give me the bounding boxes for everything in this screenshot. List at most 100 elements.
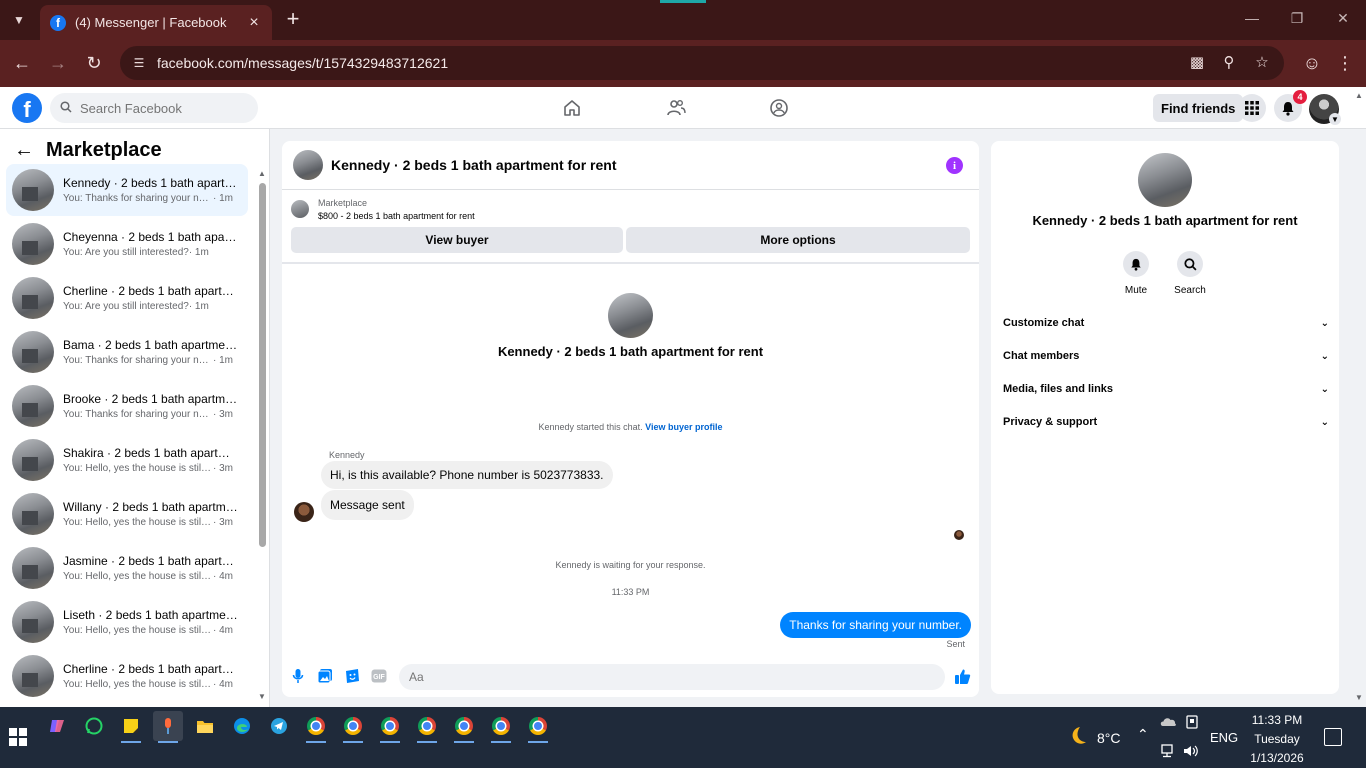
- address-bar[interactable]: ☰ facebook.com/messages/t/15743294837126…: [120, 46, 1284, 80]
- facebook-favicon-icon: f: [50, 14, 66, 31]
- sticker-icon[interactable]: [343, 667, 361, 685]
- search-label: Search: [1174, 285, 1206, 296]
- outgoing-message[interactable]: Thanks for sharing your number.: [780, 612, 971, 638]
- tab-search-icon[interactable]: ▼: [8, 9, 30, 31]
- page-scroll-up-icon[interactable]: ▲: [1355, 91, 1363, 100]
- facebook-search-box[interactable]: [50, 93, 258, 123]
- conversation-item[interactable]: Cherline · 2 beds 1 bath apartm... You: H…: [6, 650, 248, 702]
- whatsapp-icon[interactable]: [79, 711, 109, 741]
- listing-thumbnail[interactable]: [291, 200, 309, 218]
- conversation-item[interactable]: Shakira · 2 beds 1 bath apartme... You: H…: [6, 434, 248, 486]
- conversation-item[interactable]: Jasmine · 2 beds 1 bath apartm... You: He…: [6, 542, 248, 594]
- view-buyer-button[interactable]: View buyer: [291, 227, 623, 253]
- chat-title[interactable]: Kennedy · 2 beds 1 bath apartment for re…: [331, 157, 617, 173]
- start-button[interactable]: [9, 728, 27, 746]
- edge-icon[interactable]: [227, 711, 257, 741]
- zoom-icon[interactable]: ⚲: [1220, 54, 1238, 72]
- chrome-icon[interactable]: [338, 711, 368, 743]
- chat-members-section[interactable]: Chat members ⌄: [1003, 346, 1329, 366]
- facebook-logo-icon[interactable]: f: [12, 93, 42, 123]
- conversation-item[interactable]: Cheyenna · 2 beds 1 bath apart... You: Ar…: [6, 218, 248, 270]
- profile-icon[interactable]: ☺: [1301, 52, 1323, 74]
- sender-avatar[interactable]: [294, 502, 314, 522]
- tab-close-icon[interactable]: ×: [246, 14, 262, 32]
- minimize-button[interactable]: —: [1242, 10, 1262, 26]
- gif-icon[interactable]: GIF: [370, 667, 388, 685]
- conversation-item[interactable]: Willany · 2 beds 1 bath apartme... You: H…: [6, 488, 248, 540]
- file-explorer-icon[interactable]: [190, 711, 220, 741]
- bell-icon[interactable]: [1123, 251, 1149, 277]
- find-friends-button[interactable]: Find friends: [1153, 94, 1244, 122]
- chrome-icon[interactable]: [375, 711, 405, 743]
- incoming-message[interactable]: Hi, is this available? Phone number is 5…: [321, 461, 613, 489]
- mute-action[interactable]: Mute: [1111, 251, 1161, 296]
- more-options-button[interactable]: More options: [626, 227, 970, 253]
- groups-nav-icon[interactable]: [766, 95, 792, 121]
- friends-nav-icon[interactable]: [663, 95, 689, 121]
- notification-center-icon[interactable]: [1324, 728, 1342, 746]
- install-app-icon[interactable]: ▩: [1188, 54, 1206, 72]
- active-app-icon[interactable]: [153, 711, 183, 743]
- chrome-icon[interactable]: [523, 711, 553, 743]
- search-input[interactable]: [80, 100, 250, 116]
- privacy-support-section[interactable]: Privacy & support ⌄: [1003, 412, 1329, 432]
- conversation-item[interactable]: Kennedy · 2 beds 1 bath apartm... You: Th…: [6, 164, 248, 216]
- menu-grid-icon[interactable]: [1238, 94, 1266, 122]
- chat-avatar[interactable]: [293, 150, 323, 180]
- search-icon[interactable]: [1177, 251, 1203, 277]
- weather-widget[interactable]: 8°C: [1066, 725, 1121, 750]
- view-buyer-profile-link[interactable]: View buyer profile: [645, 422, 722, 432]
- customize-chat-section[interactable]: Customize chat ⌄: [1003, 313, 1329, 333]
- conversation-item[interactable]: Cherline · 2 beds 1 bath apartm... You: A…: [6, 272, 248, 324]
- message-input[interactable]: [409, 670, 909, 684]
- network-icon[interactable]: [1159, 744, 1175, 761]
- bookmark-star-icon[interactable]: ☆: [1253, 54, 1271, 72]
- page-scroll-down-icon[interactable]: ▼: [1355, 693, 1363, 702]
- meet-now-icon[interactable]: [1185, 715, 1199, 732]
- browser-menu-icon[interactable]: ⋮: [1334, 52, 1356, 74]
- browser-tab[interactable]: f (4) Messenger | Facebook ×: [40, 5, 272, 40]
- chrome-icon[interactable]: [412, 711, 442, 743]
- chrome-icon[interactable]: [486, 711, 516, 743]
- copilot-icon[interactable]: [42, 711, 72, 741]
- new-tab-button[interactable]: +: [282, 8, 304, 30]
- home-nav-icon[interactable]: [559, 95, 585, 121]
- listing-title[interactable]: $800 - 2 beds 1 bath apartment for rent: [318, 211, 475, 221]
- site-settings-icon[interactable]: ☰: [130, 54, 148, 72]
- chrome-icon[interactable]: [301, 711, 331, 743]
- conversation-item[interactable]: Bama · 2 beds 1 bath apartment... You: Th…: [6, 326, 248, 378]
- like-thumbs-up-icon[interactable]: [953, 667, 971, 685]
- chrome-icon[interactable]: [449, 711, 479, 743]
- volume-icon[interactable]: [1183, 744, 1199, 761]
- back-button[interactable]: ←: [11, 52, 33, 74]
- telegram-icon[interactable]: [264, 711, 294, 741]
- microphone-icon[interactable]: [289, 667, 307, 685]
- system-clock[interactable]: 11:33 PM Tuesday 1/13/2026: [1240, 711, 1314, 768]
- sidebar-scrollbar[interactable]: [259, 183, 266, 547]
- sticky-notes-icon[interactable]: [116, 711, 146, 743]
- conversation-time: · 4m: [213, 571, 233, 582]
- forward-button[interactable]: →: [47, 52, 69, 74]
- running-indicator: [454, 741, 474, 743]
- conversation-item[interactable]: Liseth · 2 beds 1 bath apartmen... You: H…: [6, 596, 248, 648]
- maximize-button[interactable]: ❐: [1287, 10, 1307, 27]
- search-action[interactable]: Search: [1165, 251, 1215, 296]
- incoming-message[interactable]: Message sent: [321, 490, 414, 520]
- photo-icon[interactable]: [316, 667, 334, 685]
- chat-panel: Kennedy · 2 beds 1 bath apartment for re…: [282, 141, 979, 697]
- scroll-up-arrow-icon[interactable]: ▲: [258, 169, 266, 178]
- reload-button[interactable]: ↻: [83, 52, 105, 74]
- message-input-box[interactable]: [399, 664, 945, 690]
- back-arrow-icon[interactable]: ←: [14, 139, 34, 162]
- conversation-item[interactable]: Brooke · 2 beds 1 bath apartme... You: Th…: [6, 380, 248, 432]
- show-hidden-icons-chevron-icon[interactable]: ⌃: [1137, 726, 1149, 743]
- scroll-down-arrow-icon[interactable]: ▼: [258, 692, 266, 701]
- info-icon[interactable]: i: [946, 157, 963, 174]
- onedrive-cloud-icon[interactable]: [1159, 715, 1177, 730]
- close-window-button[interactable]: ✕: [1333, 10, 1353, 27]
- input-language[interactable]: ENG: [1210, 730, 1238, 745]
- account-chevron-icon[interactable]: ▼: [1329, 113, 1341, 125]
- info-avatar[interactable]: [1138, 153, 1192, 207]
- media-files-links-section[interactable]: Media, files and links ⌄: [1003, 379, 1329, 399]
- running-indicator: [306, 741, 326, 743]
